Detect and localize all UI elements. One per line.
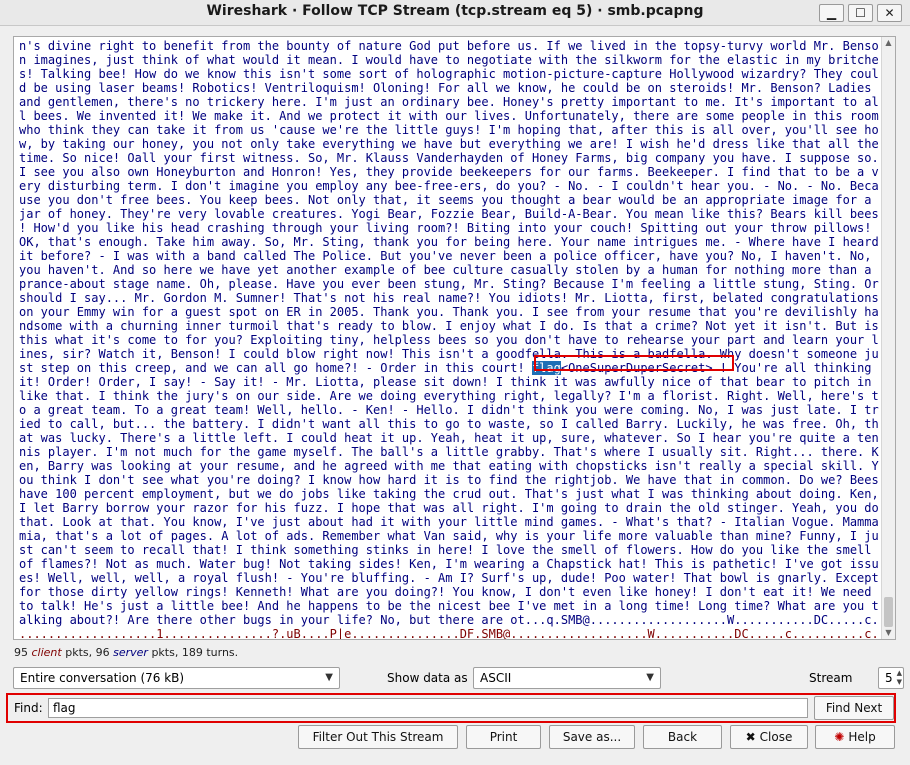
pkts-text-2: pkts, bbox=[151, 646, 179, 659]
stream-line: OK, that's enough. Take him away. So, Mr… bbox=[19, 235, 879, 249]
window-title: Wireshark · Follow TCP Stream (tcp.strea… bbox=[206, 3, 704, 19]
find-next-label: Find Next bbox=[825, 701, 883, 715]
server-label: server bbox=[113, 646, 148, 659]
stream-line: for those dirty yellow rings! Kenneth! W… bbox=[19, 585, 872, 599]
conversation-select[interactable]: Entire conversation (76 kB) ▼ bbox=[13, 667, 340, 689]
stream-line: jar of honey. They're very lovable creat… bbox=[19, 207, 879, 221]
find-bar: Find: flag Find Next bbox=[6, 693, 896, 723]
stream-line: ines, sir? Watch it, Benson! I could blo… bbox=[19, 347, 879, 361]
print-label: Print bbox=[489, 730, 518, 744]
stream-line: I see you also own Honeyburton and Honro… bbox=[19, 165, 879, 179]
close-x-icon: ✖ bbox=[745, 730, 756, 744]
show-data-value: ASCII bbox=[480, 671, 512, 685]
scroll-up-arrow-icon[interactable]: ▲ bbox=[882, 37, 895, 49]
client-label: client bbox=[31, 646, 62, 659]
conversation-value: Entire conversation (76 kB) bbox=[20, 671, 185, 685]
stream-line: this what it's come to for you? Exploiti… bbox=[19, 333, 879, 347]
stream-number: 5 bbox=[885, 671, 893, 685]
close-window-button[interactable]: ✕ bbox=[877, 4, 902, 22]
minimize-button[interactable]: ▁ bbox=[819, 4, 844, 22]
client-pkt-count: 95 bbox=[14, 646, 28, 659]
stream-line: use you don't free bees. You keep bees. … bbox=[19, 193, 872, 207]
show-data-label: Show data as bbox=[387, 671, 468, 685]
find-next-button[interactable]: Find Next bbox=[814, 696, 894, 720]
stream-line: n imagines, just think of what would it … bbox=[19, 53, 879, 67]
stream-line: at was lucky. There's a little left. I c… bbox=[19, 431, 879, 445]
match-after: <OneSuperDuperSecret> ! You're all think… bbox=[560, 361, 872, 375]
stream-line: on your Emmy win for a guest spot on ER … bbox=[19, 305, 879, 319]
help-button[interactable]: ✺ Help bbox=[815, 725, 895, 749]
match-before: st step on this creep, and we can all go… bbox=[19, 361, 532, 375]
save-as-button[interactable]: Save as... bbox=[549, 725, 635, 749]
stream-line: mia, that's a lot of pages. A lot of ads… bbox=[19, 529, 879, 543]
stream-line: ery disturbing term. I don't imagine you… bbox=[19, 179, 879, 193]
stream-line: you haven't. And so here we have yet ano… bbox=[19, 263, 872, 277]
title-bar: Wireshark · Follow TCP Stream (tcp.strea… bbox=[0, 0, 910, 26]
scrollbar-thumb[interactable] bbox=[884, 597, 893, 627]
help-label: Help bbox=[848, 730, 876, 744]
stream-line: of flames?! Not as much. Water bug! Not … bbox=[19, 557, 879, 571]
back-label: Back bbox=[667, 730, 698, 744]
scroll-down-arrow-icon[interactable]: ▼ bbox=[882, 627, 895, 639]
print-button[interactable]: Print bbox=[466, 725, 541, 749]
stream-line: time. So nice! Oall your first witness. … bbox=[19, 151, 879, 165]
find-input[interactable]: flag bbox=[48, 698, 808, 718]
stream-line: alking about?! Are there other bugs in y… bbox=[19, 613, 879, 627]
stream-line: w, by taking our honey, you not only tak… bbox=[19, 137, 879, 151]
show-data-select[interactable]: ASCII ▼ bbox=[473, 667, 661, 689]
stream-line: o a great team. To a great team! Well, h… bbox=[19, 403, 879, 417]
stream-line: I let Barry borrow your razor for his fu… bbox=[19, 501, 879, 515]
close-label: Close bbox=[759, 730, 793, 744]
filter-out-label: Filter Out This Stream bbox=[312, 730, 444, 744]
stream-line: s! Talking bee! How do we know this isn'… bbox=[19, 67, 879, 81]
spin-arrows-icon[interactable]: ▲ ▼ bbox=[897, 669, 902, 687]
back-button[interactable]: Back bbox=[643, 725, 722, 749]
stream-line: that. Look at that. You know, I've just … bbox=[19, 515, 879, 529]
stream-line: st can't seem to recall that! I think so… bbox=[19, 543, 872, 557]
stream-line: it before? - I was with a band called Th… bbox=[19, 249, 872, 263]
chevron-down-icon: ▼ bbox=[325, 672, 333, 683]
save-as-label: Save as... bbox=[562, 730, 622, 744]
stream-line: nis player. I'm not much for the game my… bbox=[19, 445, 879, 459]
stream-line: ied to call, but... the battery. I didn'… bbox=[19, 417, 879, 431]
stream-line: prance-about stage name. Oh, please. Hav… bbox=[19, 277, 879, 291]
stream-content[interactable]: n's divine right to benefit from the bou… bbox=[19, 39, 879, 639]
stream-label: Stream bbox=[809, 671, 853, 685]
stream-line: to talk! He's just a little bee! And he … bbox=[19, 599, 879, 613]
stream-line: it! Order! Order, I say! - Say it! - Mr.… bbox=[19, 375, 872, 389]
server-pkt-count: 96 bbox=[95, 646, 110, 659]
close-button[interactable]: ✖ Close bbox=[730, 725, 808, 749]
stream-line: st step on this creep, and we can all go… bbox=[19, 361, 879, 375]
stream-line: ! How'd you like his head crashing throu… bbox=[19, 221, 872, 235]
filter-out-stream-button[interactable]: Filter Out This Stream bbox=[298, 725, 458, 749]
lifebuoy-help-icon: ✺ bbox=[834, 730, 845, 744]
stream-stats: 95 client pkts, 96 server pkts, 189 turn… bbox=[14, 646, 238, 659]
stream-line: and gentlemen, there's no trickery here.… bbox=[19, 95, 879, 109]
stream-spinbox[interactable]: 5 ▲ ▼ bbox=[878, 667, 904, 689]
find-label: Find: bbox=[14, 701, 43, 715]
stream-line: like that. I think the jury's on our sid… bbox=[19, 389, 879, 403]
stream-text-area[interactable]: n's divine right to benefit from the bou… bbox=[13, 36, 896, 640]
pkts-text: pkts, bbox=[65, 646, 93, 659]
maximize-button[interactable]: ☐ bbox=[848, 4, 873, 22]
search-match: flag bbox=[531, 361, 561, 375]
stream-line: ...................1...............?.uB.… bbox=[19, 627, 879, 639]
stream-line: es! Well, well, well, a royal flush! - Y… bbox=[19, 571, 879, 585]
stream-line: ou think I don't see what you're doing? … bbox=[19, 473, 879, 487]
stream-line: have 100 percent employment, but we do j… bbox=[19, 487, 879, 501]
stream-line: l bees. We invented it! We make it. And … bbox=[19, 109, 879, 123]
stream-line: ndsome with a churning inner turmoil tha… bbox=[19, 319, 879, 333]
stream-line: d be using laser beams! Robotics! Ventri… bbox=[19, 81, 872, 95]
stream-line: who think they can take it from us 'caus… bbox=[19, 123, 879, 137]
stream-line: n's divine right to benefit from the bou… bbox=[19, 39, 879, 53]
stream-line: should I say... Mr. Gordon M. Sumner! Th… bbox=[19, 291, 879, 305]
chevron-down-icon: ▼ bbox=[646, 672, 654, 683]
turns-count: 189 turns. bbox=[181, 646, 239, 659]
stream-line: en, Barry was looking at your resume, an… bbox=[19, 459, 879, 473]
vertical-scrollbar[interactable]: ▲ ▼ bbox=[881, 37, 895, 639]
